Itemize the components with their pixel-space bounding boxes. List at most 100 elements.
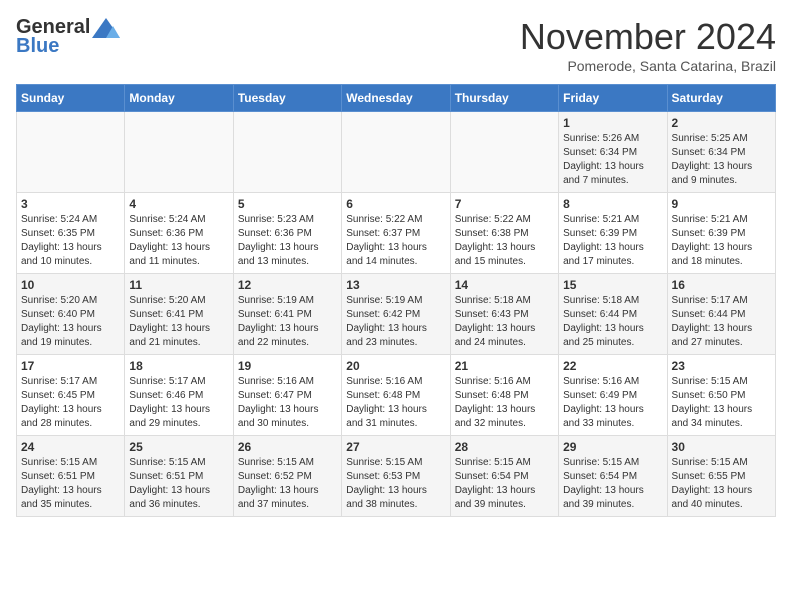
day-number: 11 (129, 278, 228, 292)
day-info: Sunrise: 5:15 AM Sunset: 6:50 PM Dayligh… (672, 375, 771, 431)
day-number: 7 (455, 197, 554, 211)
day-info: Sunrise: 5:22 AM Sunset: 6:37 PM Dayligh… (346, 213, 445, 269)
day-info: Sunrise: 5:15 AM Sunset: 6:51 PM Dayligh… (21, 456, 120, 512)
subtitle: Pomerode, Santa Catarina, Brazil (520, 58, 776, 74)
day-number: 19 (238, 359, 337, 373)
day-number: 9 (672, 197, 771, 211)
day-info: Sunrise: 5:25 AM Sunset: 6:34 PM Dayligh… (672, 132, 771, 188)
day-number: 16 (672, 278, 771, 292)
day-number: 8 (563, 197, 662, 211)
day-number: 20 (346, 359, 445, 373)
calendar-cell: 5 Sunrise: 5:23 AM Sunset: 6:36 PM Daylig… (233, 193, 341, 274)
day-info: Sunrise: 5:24 AM Sunset: 6:36 PM Dayligh… (129, 213, 228, 269)
day-info: Sunrise: 5:16 AM Sunset: 6:49 PM Dayligh… (563, 375, 662, 431)
day-number: 29 (563, 440, 662, 454)
calendar-cell: 19 Sunrise: 5:16 AM Sunset: 6:47 PM Dayli… (233, 355, 341, 436)
calendar-cell (17, 112, 125, 193)
day-info: Sunrise: 5:26 AM Sunset: 6:34 PM Dayligh… (563, 132, 662, 188)
calendar-cell: 10 Sunrise: 5:20 AM Sunset: 6:40 PM Dayli… (17, 274, 125, 355)
day-info: Sunrise: 5:18 AM Sunset: 6:43 PM Dayligh… (455, 294, 554, 350)
day-info: Sunrise: 5:15 AM Sunset: 6:52 PM Dayligh… (238, 456, 337, 512)
calendar-cell: 15Sunrise: 5:18 AM Sunset: 6:44 PM Dayli… (559, 274, 667, 355)
day-number: 30 (672, 440, 771, 454)
day-number: 13 (346, 278, 445, 292)
calendar-cell (233, 112, 341, 193)
day-number: 12 (238, 278, 337, 292)
day-info: Sunrise: 5:15 AM Sunset: 6:54 PM Dayligh… (563, 456, 662, 512)
day-number: 4 (129, 197, 228, 211)
header-tuesday: Tuesday (233, 85, 341, 112)
logo-icon (92, 18, 120, 38)
main-title: November 2024 (520, 16, 776, 58)
day-info: Sunrise: 5:16 AM Sunset: 6:47 PM Dayligh… (238, 375, 337, 431)
day-number: 14 (455, 278, 554, 292)
calendar-week-4: 17 Sunrise: 5:17 AM Sunset: 6:45 PM Dayli… (17, 355, 776, 436)
day-number: 25 (129, 440, 228, 454)
calendar-cell: 25Sunrise: 5:15 AM Sunset: 6:51 PM Dayli… (125, 436, 233, 517)
calendar-cell (342, 112, 450, 193)
calendar-cell: 11 Sunrise: 5:20 AM Sunset: 6:41 PM Dayli… (125, 274, 233, 355)
day-number: 1 (563, 116, 662, 130)
calendar-header-row: SundayMondayTuesdayWednesdayThursdayFrid… (17, 85, 776, 112)
calendar-cell: 14 Sunrise: 5:18 AM Sunset: 6:43 PM Dayli… (450, 274, 558, 355)
calendar-cell: 17 Sunrise: 5:17 AM Sunset: 6:45 PM Dayli… (17, 355, 125, 436)
day-number: 15 (563, 278, 662, 292)
day-number: 27 (346, 440, 445, 454)
header-saturday: Saturday (667, 85, 775, 112)
calendar-cell: 4 Sunrise: 5:24 AM Sunset: 6:36 PM Daylig… (125, 193, 233, 274)
day-info: Sunrise: 5:20 AM Sunset: 6:41 PM Dayligh… (129, 294, 228, 350)
day-number: 18 (129, 359, 228, 373)
logo-blue: Blue (16, 35, 59, 58)
header-wednesday: Wednesday (342, 85, 450, 112)
day-number: 23 (672, 359, 771, 373)
day-number: 22 (563, 359, 662, 373)
day-info: Sunrise: 5:23 AM Sunset: 6:36 PM Dayligh… (238, 213, 337, 269)
day-number: 6 (346, 197, 445, 211)
day-info: Sunrise: 5:17 AM Sunset: 6:46 PM Dayligh… (129, 375, 228, 431)
day-info: Sunrise: 5:17 AM Sunset: 6:44 PM Dayligh… (672, 294, 771, 350)
day-number: 2 (672, 116, 771, 130)
calendar-week-1: 1 Sunrise: 5:26 AM Sunset: 6:34 PM Daylig… (17, 112, 776, 193)
header-sunday: Sunday (17, 85, 125, 112)
page-header: General Blue November 2024 Pomerode, San… (16, 16, 776, 74)
header-monday: Monday (125, 85, 233, 112)
day-number: 17 (21, 359, 120, 373)
calendar-cell: 8 Sunrise: 5:21 AM Sunset: 6:39 PM Daylig… (559, 193, 667, 274)
calendar-cell: 1 Sunrise: 5:26 AM Sunset: 6:34 PM Daylig… (559, 112, 667, 193)
calendar-cell: 30Sunrise: 5:15 AM Sunset: 6:55 PM Dayli… (667, 436, 775, 517)
calendar-cell: 22 Sunrise: 5:16 AM Sunset: 6:49 PM Dayli… (559, 355, 667, 436)
day-info: Sunrise: 5:20 AM Sunset: 6:40 PM Dayligh… (21, 294, 120, 350)
calendar-cell: 27 Sunrise: 5:15 AM Sunset: 6:53 PM Dayli… (342, 436, 450, 517)
day-info: Sunrise: 5:19 AM Sunset: 6:42 PM Dayligh… (346, 294, 445, 350)
calendar-cell: 9 Sunrise: 5:21 AM Sunset: 6:39 PM Daylig… (667, 193, 775, 274)
day-info: Sunrise: 5:17 AM Sunset: 6:45 PM Dayligh… (21, 375, 120, 431)
calendar-cell (450, 112, 558, 193)
header-friday: Friday (559, 85, 667, 112)
calendar-table: SundayMondayTuesdayWednesdayThursdayFrid… (16, 84, 776, 517)
day-info: Sunrise: 5:21 AM Sunset: 6:39 PM Dayligh… (563, 213, 662, 269)
logo: General Blue (16, 16, 120, 58)
calendar-cell: 28 Sunrise: 5:15 AM Sunset: 6:54 PM Dayli… (450, 436, 558, 517)
day-info: Sunrise: 5:21 AM Sunset: 6:39 PM Dayligh… (672, 213, 771, 269)
day-number: 3 (21, 197, 120, 211)
calendar-cell: 24Sunrise: 5:15 AM Sunset: 6:51 PM Dayli… (17, 436, 125, 517)
day-info: Sunrise: 5:15 AM Sunset: 6:54 PM Dayligh… (455, 456, 554, 512)
day-info: Sunrise: 5:15 AM Sunset: 6:53 PM Dayligh… (346, 456, 445, 512)
calendar-cell: 20Sunrise: 5:16 AM Sunset: 6:48 PM Dayli… (342, 355, 450, 436)
calendar-cell: 7Sunrise: 5:22 AM Sunset: 6:38 PM Daylig… (450, 193, 558, 274)
day-number: 26 (238, 440, 337, 454)
calendar-cell: 18 Sunrise: 5:17 AM Sunset: 6:46 PM Dayli… (125, 355, 233, 436)
calendar-cell: 13 Sunrise: 5:19 AM Sunset: 6:42 PM Dayli… (342, 274, 450, 355)
calendar-cell: 26 Sunrise: 5:15 AM Sunset: 6:52 PM Dayli… (233, 436, 341, 517)
day-number: 5 (238, 197, 337, 211)
day-info: Sunrise: 5:24 AM Sunset: 6:35 PM Dayligh… (21, 213, 120, 269)
day-number: 10 (21, 278, 120, 292)
calendar-cell: 6 Sunrise: 5:22 AM Sunset: 6:37 PM Daylig… (342, 193, 450, 274)
calendar-cell (125, 112, 233, 193)
day-number: 28 (455, 440, 554, 454)
calendar-week-5: 24Sunrise: 5:15 AM Sunset: 6:51 PM Dayli… (17, 436, 776, 517)
calendar-cell: 16 Sunrise: 5:17 AM Sunset: 6:44 PM Dayli… (667, 274, 775, 355)
calendar-cell: 23 Sunrise: 5:15 AM Sunset: 6:50 PM Dayli… (667, 355, 775, 436)
calendar-cell: 21Sunrise: 5:16 AM Sunset: 6:48 PM Dayli… (450, 355, 558, 436)
calendar-cell: 12Sunrise: 5:19 AM Sunset: 6:41 PM Dayli… (233, 274, 341, 355)
